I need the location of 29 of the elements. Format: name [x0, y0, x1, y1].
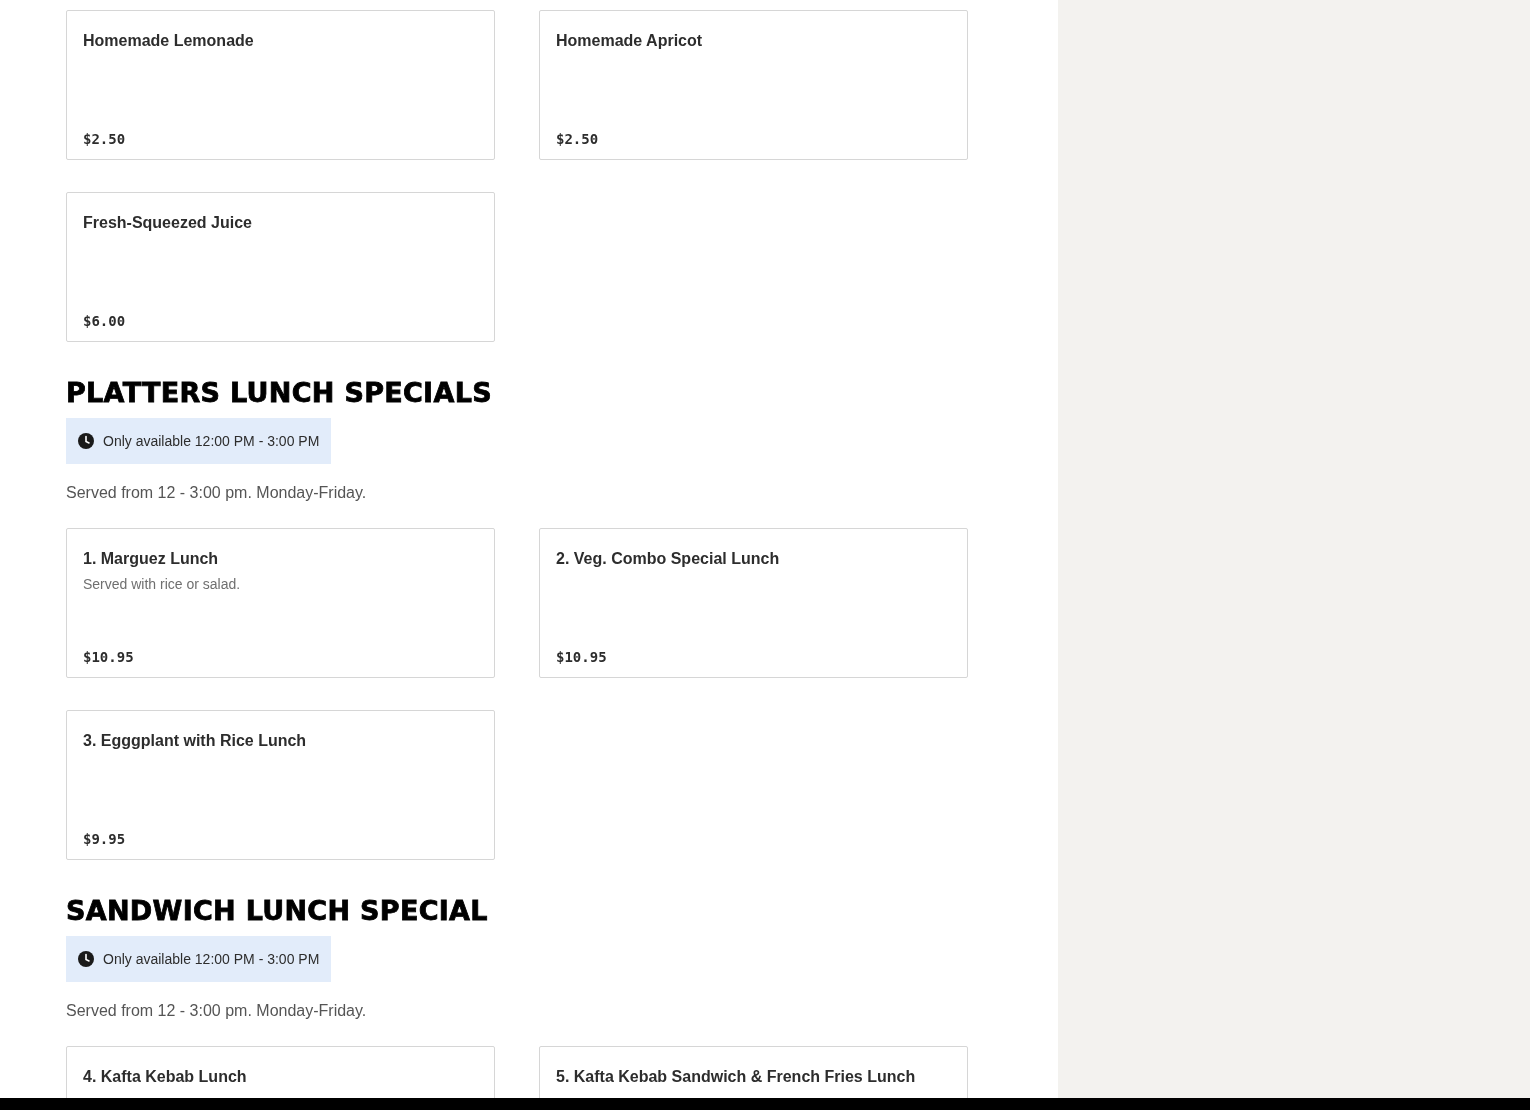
- section-description: Served from 12 - 3:00 pm. Monday-Friday.: [66, 1002, 368, 1020]
- item-name: Fresh-Squeezed Juice: [83, 213, 253, 232]
- menu-item-card[interactable]: 2. Veg. Combo Special Lunch $10.95: [539, 528, 968, 678]
- item-name: 4. Kafta Kebab Lunch: [83, 1067, 248, 1086]
- item-price: $2.50: [556, 131, 600, 147]
- section-description: Served from 12 - 3:00 pm. Monday-Friday.: [66, 484, 368, 502]
- section-heading: SANDWICH LUNCH SPECIAL: [66, 894, 489, 928]
- item-price: $2.50: [83, 131, 127, 147]
- item-name: 1. Marguez Lunch: [83, 549, 220, 568]
- item-name: Homemade Apricot: [556, 31, 704, 50]
- item-name: 3. Egggplant with Rice Lunch: [83, 731, 308, 750]
- item-description: Served with rice or salad.: [83, 576, 242, 592]
- section-heading: PLATTERS LUNCH SPECIALS: [66, 376, 493, 410]
- menu-item-card[interactable]: Fresh-Squeezed Juice $6.00: [66, 192, 495, 342]
- clock-icon: [78, 951, 94, 967]
- item-name: 5. Kafta Kebab Sandwich & French Fries Lunch: [556, 1067, 917, 1086]
- clock-icon: [78, 433, 94, 449]
- item-name: Homemade Lemonade: [83, 31, 255, 50]
- item-price: $10.95: [83, 649, 135, 665]
- availability-text: Only available 12:00 PM - 3:00 PM: [103, 433, 320, 449]
- item-price: $6.00: [83, 313, 127, 329]
- item-price: $10.95: [556, 649, 608, 665]
- availability-text: Only available 12:00 PM - 3:00 PM: [103, 951, 320, 967]
- item-name: 2. Veg. Combo Special Lunch: [556, 549, 781, 568]
- menu-item-card[interactable]: 3. Egggplant with Rice Lunch $9.95: [66, 710, 495, 860]
- menu-item-card[interactable]: Homemade Lemonade $2.50: [66, 10, 495, 160]
- item-price: $9.95: [83, 831, 127, 847]
- menu-item-card[interactable]: Homemade Apricot $2.50: [539, 10, 968, 160]
- menu-item-card[interactable]: 1. Marguez Lunch Served with rice or salad. $10.95: [66, 528, 495, 678]
